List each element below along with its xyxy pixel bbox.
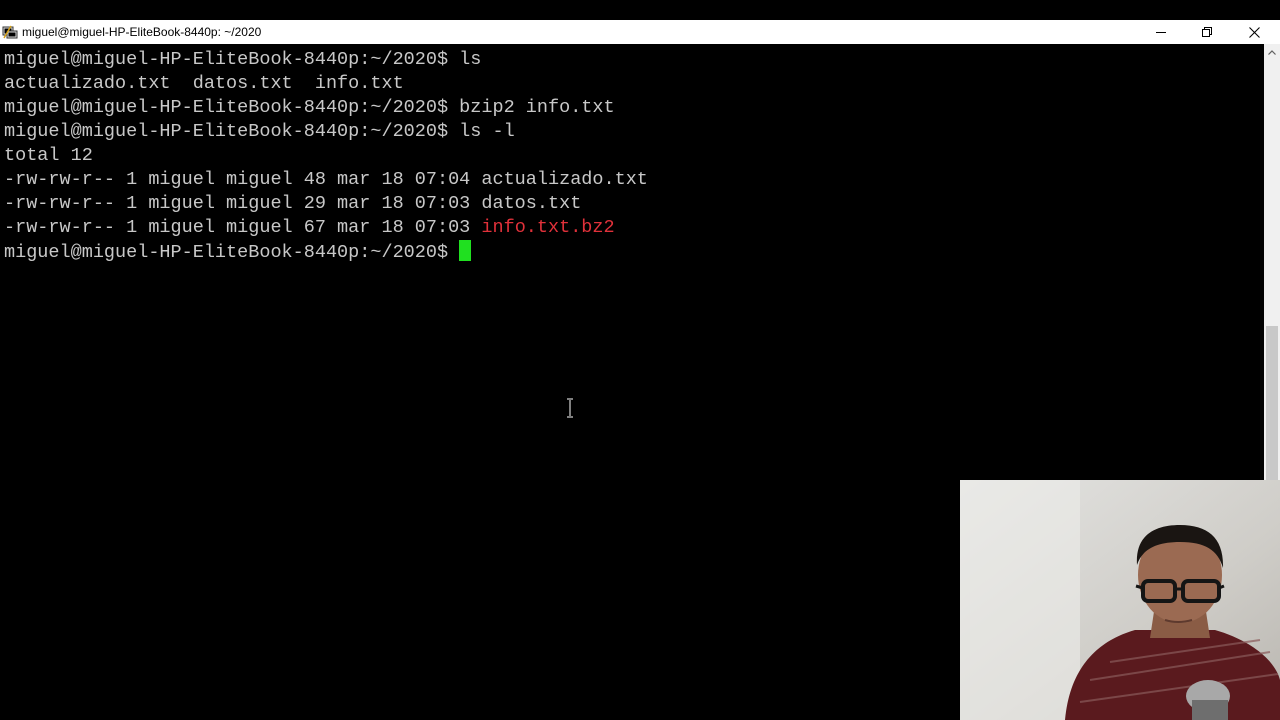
- scrollbar-thumb[interactable]: [1266, 326, 1278, 480]
- terminal-line: miguel@miguel-HP-EliteBook-8440p:~/2020$…: [4, 49, 482, 70]
- minimize-button[interactable]: [1138, 20, 1184, 44]
- terminal-line: -rw-rw-r-- 1 miguel miguel 67 mar 18 07:…: [4, 216, 615, 240]
- screen: miguel@miguel-HP-EliteBook-8440p: ~/2020…: [0, 0, 1280, 720]
- restore-icon: [1202, 27, 1212, 37]
- text-cursor-icon: [567, 398, 573, 418]
- terminal-cursor: [459, 240, 472, 261]
- terminal-prompt: miguel@miguel-HP-EliteBook-8440p:~/2020$: [4, 242, 460, 263]
- window-titlebar[interactable]: miguel@miguel-HP-EliteBook-8440p: ~/2020: [0, 20, 1280, 44]
- terminal-line: total 12: [4, 145, 93, 166]
- webcam-person-image: [960, 480, 1280, 720]
- close-button[interactable]: [1231, 20, 1277, 44]
- webcam-video: [960, 480, 1280, 720]
- compressed-file-name: info.txt.bz2: [481, 217, 615, 238]
- terminal-line: actualizado.txt datos.txt info.txt: [4, 73, 404, 94]
- chevron-up-icon: [1268, 49, 1276, 55]
- file-listing-prefix: -rw-rw-r-- 1 miguel miguel 67 mar 18 07:…: [4, 217, 482, 238]
- terminal-line: miguel@miguel-HP-EliteBook-8440p:~/2020$…: [4, 97, 615, 118]
- minimize-icon: [1156, 32, 1166, 33]
- putty-terminal-icon: [2, 25, 18, 39]
- terminal-prompt-line[interactable]: miguel@miguel-HP-EliteBook-8440p:~/2020$: [4, 240, 472, 264]
- terminal-line: -rw-rw-r-- 1 miguel miguel 29 mar 18 07:…: [4, 193, 582, 214]
- top-black-bar: [0, 0, 1280, 20]
- restore-button[interactable]: [1184, 20, 1230, 44]
- terminal-line: miguel@miguel-HP-EliteBook-8440p:~/2020$…: [4, 121, 515, 142]
- terminal-line: -rw-rw-r-- 1 miguel miguel 48 mar 18 07:…: [4, 169, 648, 190]
- scroll-up-button[interactable]: [1264, 44, 1280, 60]
- window-title: miguel@miguel-HP-EliteBook-8440p: ~/2020: [22, 25, 262, 39]
- close-icon: [1248, 26, 1260, 38]
